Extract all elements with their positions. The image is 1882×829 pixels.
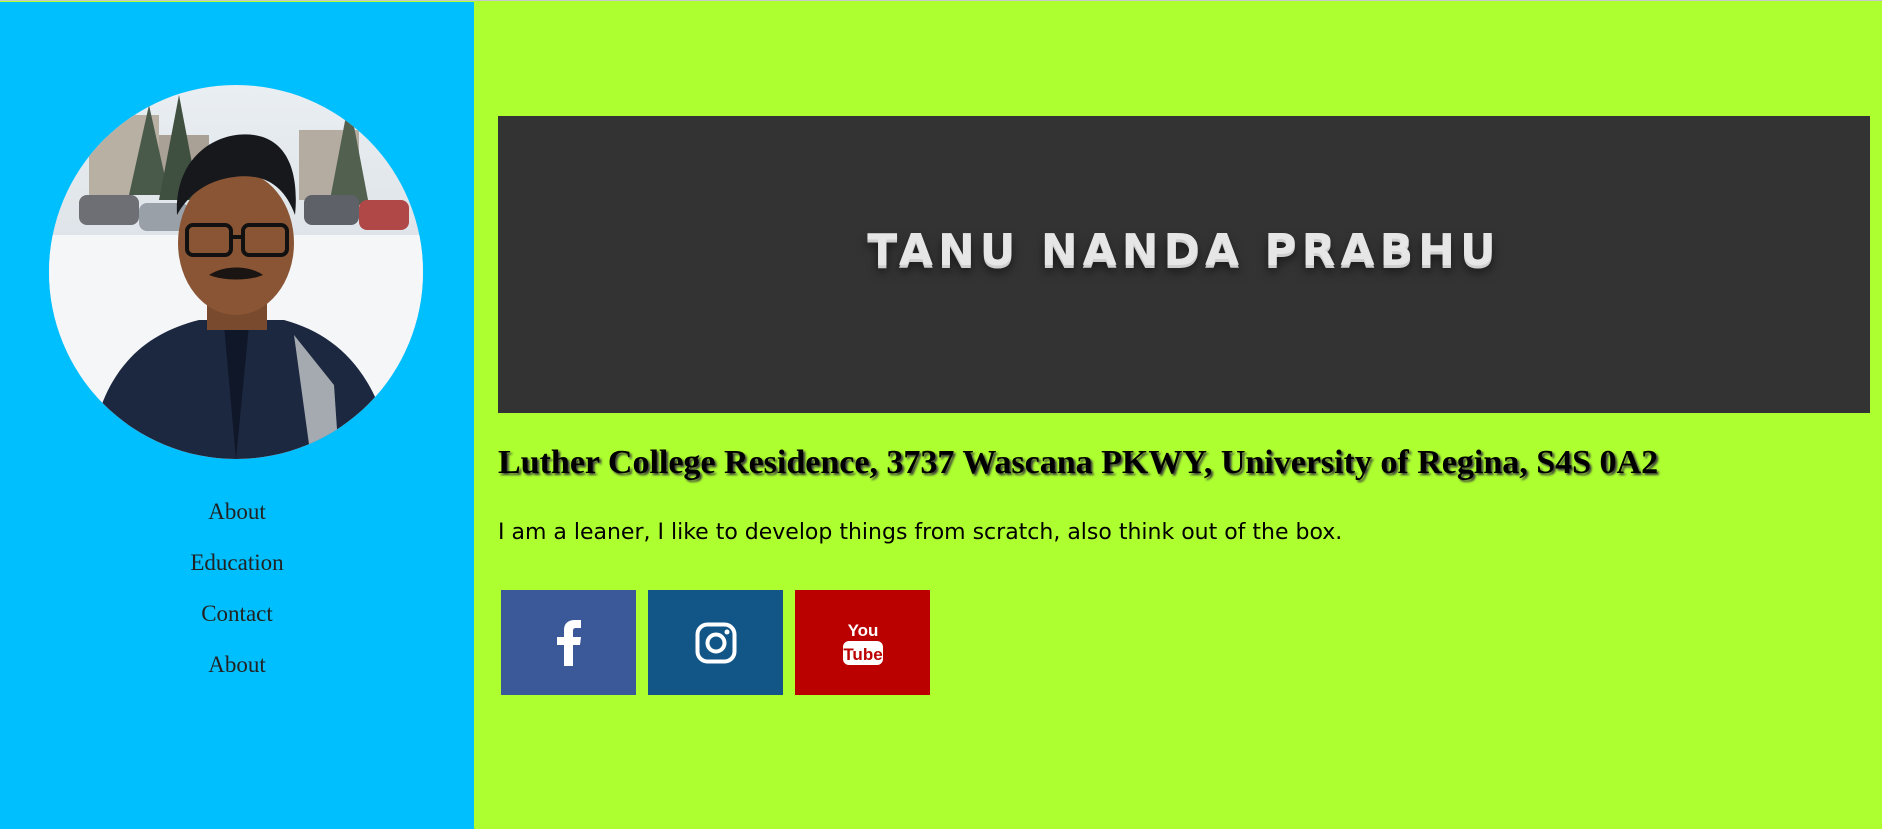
sidebar: About Education Contact About [0, 2, 474, 829]
youtube-icon: You Tube [842, 621, 883, 665]
social-links: You Tube [501, 590, 930, 695]
bio-text: I am a leaner, I like to develop things … [498, 520, 1343, 545]
address-heading: Luther College Residence, 3737 Wascana P… [498, 444, 1659, 481]
nav-item-about-2[interactable]: About [0, 639, 474, 690]
facebook-button[interactable] [501, 590, 636, 695]
instagram-icon [695, 622, 736, 663]
nav-item-education[interactable]: Education [0, 537, 474, 588]
main-content: TANU NANDA PRABHU TANU NANDA PRABHU Luth… [474, 2, 1882, 829]
nav-item-contact[interactable]: Contact [0, 588, 474, 639]
facebook-icon [556, 619, 581, 666]
banner-title: TANU NANDA PRABHU [867, 224, 1501, 276]
nav-item-about[interactable]: About [0, 486, 474, 537]
profile-photo-icon [49, 85, 423, 459]
youtube-logo-you: You [847, 621, 878, 640]
header-banner: TANU NANDA PRABHU TANU NANDA PRABHU [498, 116, 1870, 413]
youtube-button[interactable]: You Tube [795, 590, 930, 695]
banner-title-wrap: TANU NANDA PRABHU TANU NANDA PRABHU [867, 224, 1501, 302]
instagram-button[interactable] [648, 590, 783, 695]
page: About Education Contact About TANU NANDA… [0, 0, 1882, 829]
avatar [49, 85, 423, 459]
sidebar-nav: About Education Contact About [0, 486, 474, 690]
youtube-logo-tube: Tube [843, 645, 882, 664]
